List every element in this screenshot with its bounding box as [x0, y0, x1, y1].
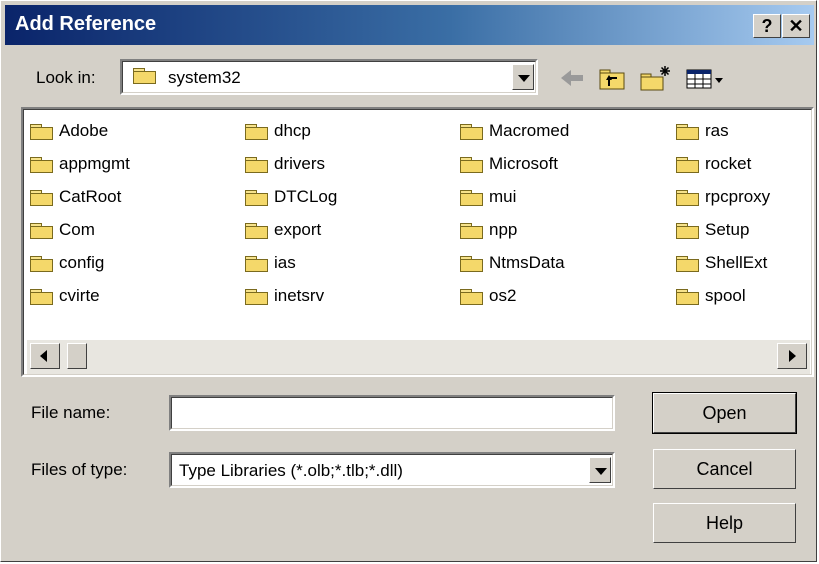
- close-button[interactable]: ✕: [782, 14, 810, 38]
- folder-item-npp[interactable]: npp: [459, 218, 517, 242]
- folder-item-com[interactable]: Com: [29, 218, 95, 242]
- up-one-level-icon[interactable]: [597, 64, 629, 92]
- look-in-label: Look in:: [36, 68, 96, 87]
- cancel-button[interactable]: Cancel: [653, 449, 796, 489]
- folder-item-dhcp[interactable]: dhcp: [244, 119, 311, 143]
- folder-item-mui[interactable]: mui: [459, 185, 516, 209]
- folder-item-catroot[interactable]: CatRoot: [29, 185, 121, 209]
- folder-icon: [459, 156, 485, 174]
- view-menu-icon[interactable]: [685, 64, 725, 92]
- open-button[interactable]: Open: [652, 392, 797, 434]
- look-in-dropdown-button[interactable]: [512, 64, 534, 90]
- folder-item-os2[interactable]: os2: [459, 284, 516, 308]
- folder-item-microsoft[interactable]: Microsoft: [459, 152, 558, 176]
- title-bar[interactable]: Add Reference ? ✕: [5, 5, 814, 45]
- folder-icon: [29, 255, 55, 273]
- folder-item-setup[interactable]: Setup: [675, 218, 749, 242]
- folder-item-config[interactable]: config: [29, 251, 104, 275]
- folder-icon: [459, 189, 485, 207]
- folder-item-inetsrv[interactable]: inetsrv: [244, 284, 324, 308]
- folder-icon: [244, 222, 270, 240]
- folder-item-ras[interactable]: ras: [675, 119, 729, 143]
- folder-icon: [675, 255, 701, 273]
- files-of-type-value: Type Libraries (*.olb;*.tlb;*.dll): [179, 461, 403, 480]
- create-new-folder-icon[interactable]: [639, 64, 673, 92]
- folder-icon: [459, 288, 485, 306]
- horizontal-scrollbar[interactable]: [27, 340, 810, 374]
- folder-icon: [675, 288, 701, 306]
- folder-icon: [29, 123, 55, 141]
- folder-item-spool[interactable]: spool: [675, 284, 746, 308]
- folder-icon: [29, 189, 55, 207]
- folder-item-rpcproxy[interactable]: rpcproxy: [675, 185, 770, 209]
- file-name-input[interactable]: [169, 395, 615, 431]
- help-title-button[interactable]: ?: [753, 14, 781, 38]
- folder-icon: [244, 255, 270, 273]
- folder-icon: [244, 189, 270, 207]
- folder-icon: [459, 123, 485, 141]
- folder-icon: [29, 156, 55, 174]
- folder-icon: [29, 288, 55, 306]
- add-reference-dialog: Add Reference ? ✕ Look in: system32 Adob…: [0, 0, 817, 562]
- folder-item-ias[interactable]: ias: [244, 251, 296, 275]
- folder-icon: [29, 222, 55, 240]
- folder-item-macromed[interactable]: Macromed: [459, 119, 569, 143]
- look-in-combobox[interactable]: system32: [120, 59, 538, 95]
- dialog-title: Add Reference: [15, 13, 157, 35]
- scroll-right-button[interactable]: [777, 343, 807, 369]
- folder-item-appmgmt[interactable]: appmgmt: [29, 152, 130, 176]
- folder-icon: [675, 189, 701, 207]
- folder-item-cvirte[interactable]: cvirte: [29, 284, 100, 308]
- folder-icon: [244, 288, 270, 306]
- file-name-label: File name:: [31, 403, 111, 422]
- help-button[interactable]: Help: [653, 503, 796, 543]
- files-of-type-dropdown-button[interactable]: [589, 457, 611, 483]
- close-icon: ✕: [788, 16, 804, 36]
- folder-icon: [675, 156, 701, 174]
- files-of-type-label: Files of type:: [31, 460, 128, 479]
- files-of-type-combobox[interactable]: Type Libraries (*.olb;*.tlb;*.dll): [169, 452, 615, 488]
- folder-item-dtclog[interactable]: DTCLog: [244, 185, 337, 209]
- folder-icon: [675, 123, 701, 141]
- folder-icon: [675, 222, 701, 240]
- folder-item-drivers[interactable]: drivers: [244, 152, 325, 176]
- folder-icon: [459, 255, 485, 273]
- folder-icon: [244, 156, 270, 174]
- folder-icon: [459, 222, 485, 240]
- folder-item-ntmsdata[interactable]: NtmsData: [459, 251, 565, 275]
- folder-item-adobe[interactable]: Adobe: [29, 119, 108, 143]
- scrollbar-thumb[interactable]: [67, 343, 87, 369]
- back-arrow-icon[interactable]: [557, 64, 587, 92]
- look-in-value: system32: [168, 68, 241, 87]
- folder-item-rocket[interactable]: rocket: [675, 152, 751, 176]
- scroll-left-button[interactable]: [30, 343, 60, 369]
- file-list-view[interactable]: [21, 107, 814, 377]
- folder-item-export[interactable]: export: [244, 218, 321, 242]
- folder-icon: [132, 67, 158, 85]
- help-icon: ?: [761, 16, 773, 36]
- folder-item-shellext[interactable]: ShellExt: [675, 251, 767, 275]
- folder-icon: [244, 123, 270, 141]
